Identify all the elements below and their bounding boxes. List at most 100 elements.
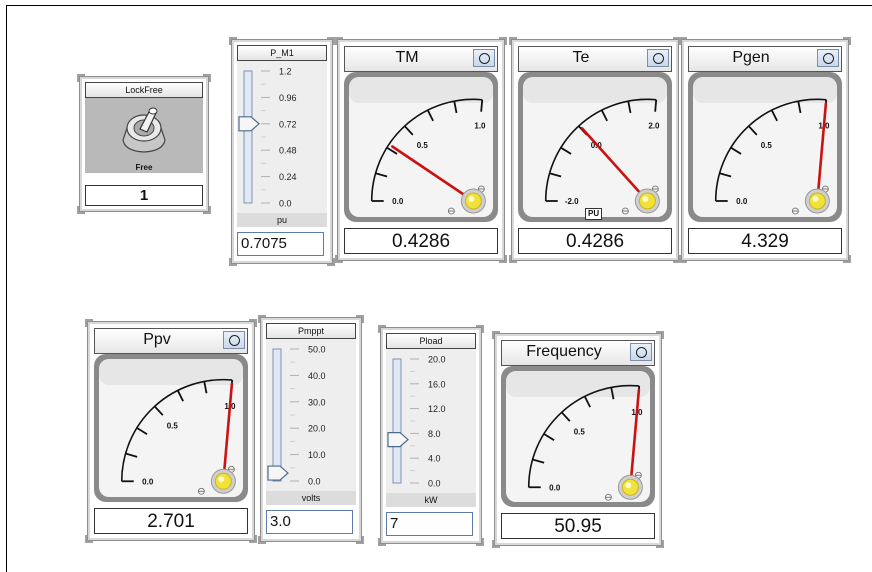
gauge-tick-label: 0.0 (142, 477, 154, 486)
p_m1-slider-title: P_M1 (237, 45, 327, 61)
frequency-gauge-options-button[interactable] (630, 343, 652, 361)
slider-thumb-icon[interactable] (267, 465, 289, 481)
indicator-lamp-glint (625, 482, 632, 489)
gauge-face-highlight (99, 359, 243, 385)
gauge-major-tick (654, 99, 658, 112)
tm-gauge-dial: 0.0 0.5 1.0 (344, 72, 498, 222)
toggle-switch-icon[interactable] (85, 98, 203, 173)
lockfree-value: 1 (85, 185, 203, 206)
gauge-tick-label: -2.0 (565, 197, 579, 206)
pload-slider-tick-label: 0.0 (428, 479, 441, 489)
lockfree-title: LockFree (85, 82, 203, 98)
gauge-tick-label: 0.0 (549, 483, 561, 492)
pload-slider-title: Pload (386, 333, 476, 349)
te-gauge-svg: -2.00.02.0 (518, 72, 672, 222)
p_m1-slider-scale: 1.2 0.96 0.72 0.48 0.24 0.0 (238, 67, 297, 209)
te-gauge-title: Te (572, 49, 590, 66)
tm-gauge-options-button[interactable] (473, 49, 495, 67)
pmppt-slider-title: Pmppt (266, 323, 356, 339)
pgen-gauge-options-button[interactable] (817, 49, 839, 67)
gauge-tick-label: 0.5 (761, 141, 773, 150)
pmppt-slider-tick-label: 10.0 (308, 450, 326, 460)
frequency-gauge-title: Frequency (526, 343, 602, 360)
lockfree-control: LockFree Free 1 (77, 74, 211, 214)
circle-button-icon (229, 335, 240, 346)
circle-button-icon (653, 53, 664, 64)
indicator-lamp-glint (218, 476, 225, 483)
slider-pmppt: Pmppt 50.0 40.0 30.0 20.0 10.0 0.0 volts 3.0 (258, 315, 364, 544)
frequency-gauge-dial: 0.00.51.0 (501, 366, 655, 507)
slider-pload: Pload 20.0 16.0 12.0 8.0 4.0 0.0 kW 7 (378, 325, 484, 546)
pmppt-slider-body: 50.0 40.0 30.0 20.0 10.0 0.0 (266, 339, 356, 491)
te-gauge-header: Te (518, 46, 672, 72)
p_m1-slider-tick-label: 0.24 (279, 172, 297, 182)
slider-p-m1: P_M1 1.2 0.96 0.72 0.48 0.24 0.0 pu 0.7075 (229, 37, 335, 266)
pload-slider-tick-label: 8.0 (428, 429, 441, 439)
frequency-gauge-header: Frequency (501, 340, 655, 366)
workspace-canvas: LockFree Free 1 P_M1 1.2 0.96 0.72 0.48 0.24 0… (6, 5, 872, 572)
p_m1-slider-tick-label: 0.0 (279, 199, 292, 209)
indicator-lamp-glint (468, 196, 475, 202)
pload-slider-tick-label: 20.0 (428, 355, 446, 365)
tm-gauge-header: TM (344, 46, 498, 72)
gauge-tick-label: 2.0 (648, 122, 660, 131)
te-gauge-unit: PU (585, 208, 603, 220)
ppv-gauge-title: Ppv (143, 331, 171, 348)
pload-slider-scale: 20.0 16.0 12.0 8.0 4.0 0.0 (387, 355, 446, 489)
ppv-gauge-readout: 2.701 (94, 508, 248, 534)
te-gauge-dial: -2.00.02.0PU (518, 72, 672, 222)
tm-gauge-title: TM (395, 49, 419, 66)
p_m1-slider-tick-label: 1.2 (279, 67, 292, 77)
pmppt-slider-unit: volts (266, 491, 356, 505)
gauge-tick-label: 0.0 (736, 197, 748, 206)
gauge-major-tick (480, 99, 484, 112)
pmppt-value-input[interactable]: 3.0 (266, 510, 353, 534)
ppv-gauge-header: Ppv (94, 328, 248, 354)
pload-value-input[interactable]: 7 (386, 512, 473, 536)
slider-thumb-icon[interactable] (238, 116, 260, 132)
p_m1-slider-track[interactable] (243, 70, 253, 204)
lockfree-switch-area[interactable]: Free (85, 98, 203, 173)
p_m1-slider-unit: pu (237, 213, 327, 227)
pmppt-slider-track[interactable] (272, 348, 282, 482)
pload-slider-tick-label: 4.0 (428, 454, 441, 464)
pload-slider-unit: kW (386, 493, 476, 507)
pload-slider-tick-label: 16.0 (428, 379, 446, 389)
frequency-gauge-readout: 50.95 (501, 513, 655, 539)
circle-button-icon (636, 347, 647, 358)
circle-button-icon (823, 53, 834, 64)
pmppt-slider-tick-label: 20.0 (308, 424, 326, 434)
pmppt-slider-tick-label: 30.0 (308, 397, 326, 407)
pgen-gauge-header: Pgen (688, 46, 842, 72)
gauge-tick-label: 0.5 (574, 427, 586, 436)
te-gauge-readout: 0.4286 (518, 228, 672, 254)
gauge-tick-label: 0.5 (167, 422, 179, 431)
pload-slider-tick-label: 12.0 (428, 404, 446, 414)
gauge-te: Te -2.00.02.0PU 0.4286 (509, 37, 681, 263)
pgen-gauge-svg: 0.00.51.0 (688, 72, 842, 222)
ppv-gauge-svg: 0.00.51.0 (94, 354, 248, 502)
circle-button-icon (479, 53, 490, 64)
pload-slider-track[interactable] (392, 358, 402, 484)
pmppt-slider-scale: 50.0 40.0 30.0 20.0 10.0 0.0 (267, 345, 326, 487)
gauge-tick-label: 0.5 (417, 141, 429, 150)
frequency-gauge-svg: 0.00.51.0 (501, 366, 655, 507)
ppv-gauge-options-button[interactable] (223, 331, 245, 349)
pgen-gauge-title: Pgen (732, 49, 770, 66)
p_m1-value-input[interactable]: 0.7075 (237, 232, 324, 256)
p_m1-slider-tick-label: 0.72 (279, 119, 297, 129)
gauge-pgen: Pgen0.00.51.04.329 (679, 37, 851, 263)
pmppt-slider-tick-label: 50.0 (308, 345, 326, 355)
gauge-ppv: Ppv0.00.51.02.701 (85, 319, 257, 543)
p_m1-slider-tick-label: 0.96 (279, 93, 297, 103)
pload-slider-body: 20.0 16.0 12.0 8.0 4.0 0.0 (386, 349, 476, 493)
gauge-tm: TM 0.0 0.5 1.0 0.4286 (335, 37, 507, 263)
lockfree-state-label: Free (135, 163, 153, 172)
pmppt-slider-tick-label: 0.0 (308, 477, 321, 487)
gauge-tick-label: 1.0 (474, 122, 486, 131)
p_m1-slider-body: 1.2 0.96 0.72 0.48 0.24 0.0 (237, 61, 327, 213)
slider-thumb-icon[interactable] (387, 432, 409, 448)
pgen-gauge-readout: 4.329 (688, 228, 842, 254)
gauge-tick-label: 0.0 (392, 197, 404, 206)
te-gauge-options-button[interactable] (647, 49, 669, 67)
